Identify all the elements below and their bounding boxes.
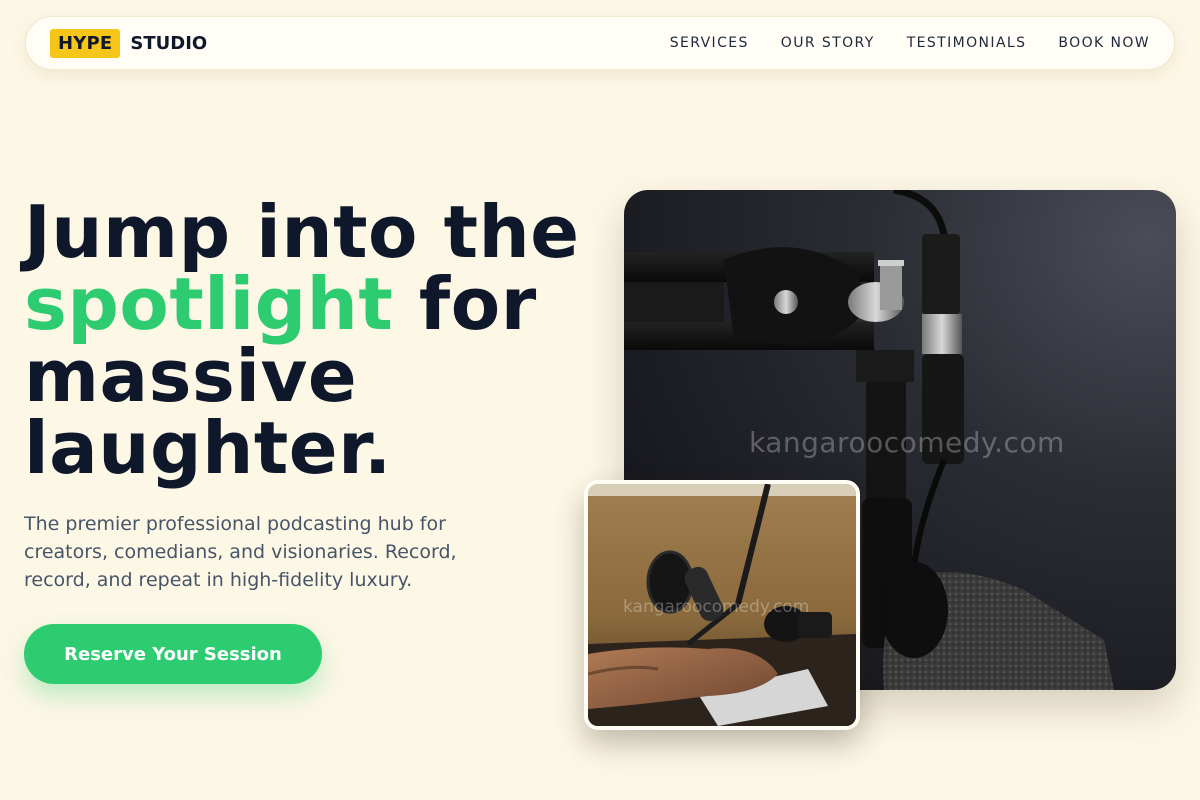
brand-name: STUDIO bbox=[130, 32, 208, 54]
nav-link-services[interactable]: SERVICES bbox=[670, 35, 749, 51]
nav-link-testimonials[interactable]: TESTIMONIALS bbox=[907, 35, 1027, 51]
hero-description: The premier professional podcasting hub … bbox=[24, 513, 457, 591]
main-image-watermark: kangaroocomedy.com bbox=[749, 426, 1065, 459]
reserve-session-button[interactable]: Reserve Your Session bbox=[24, 624, 322, 684]
nav-link-our-story[interactable]: OUR STORY bbox=[781, 35, 875, 51]
secondary-image-watermark: kangaroocomedy.com bbox=[623, 597, 810, 617]
brand-tag: HYPE bbox=[50, 28, 121, 58]
hero-title-after-accent: for bbox=[393, 262, 537, 346]
nav-links: SERVICES OUR STORY TESTIMONIALS BOOK NOW bbox=[638, 35, 1150, 51]
hero-title: Jump into the spotlight for massive laug… bbox=[24, 196, 624, 484]
top-navbar: HYPE STUDIO SERVICES OUR STORY TESTIMONI… bbox=[25, 16, 1175, 70]
brand-logo[interactable]: HYPE STUDIO bbox=[50, 28, 208, 58]
hero-title-line4: laughter. bbox=[24, 406, 392, 490]
hero-secondary-image: kangaroocomedy.com bbox=[584, 480, 860, 730]
nav-link-book-now[interactable]: BOOK NOW bbox=[1058, 35, 1150, 51]
page: HYPE STUDIO SERVICES OUR STORY TESTIMONI… bbox=[0, 0, 1200, 800]
